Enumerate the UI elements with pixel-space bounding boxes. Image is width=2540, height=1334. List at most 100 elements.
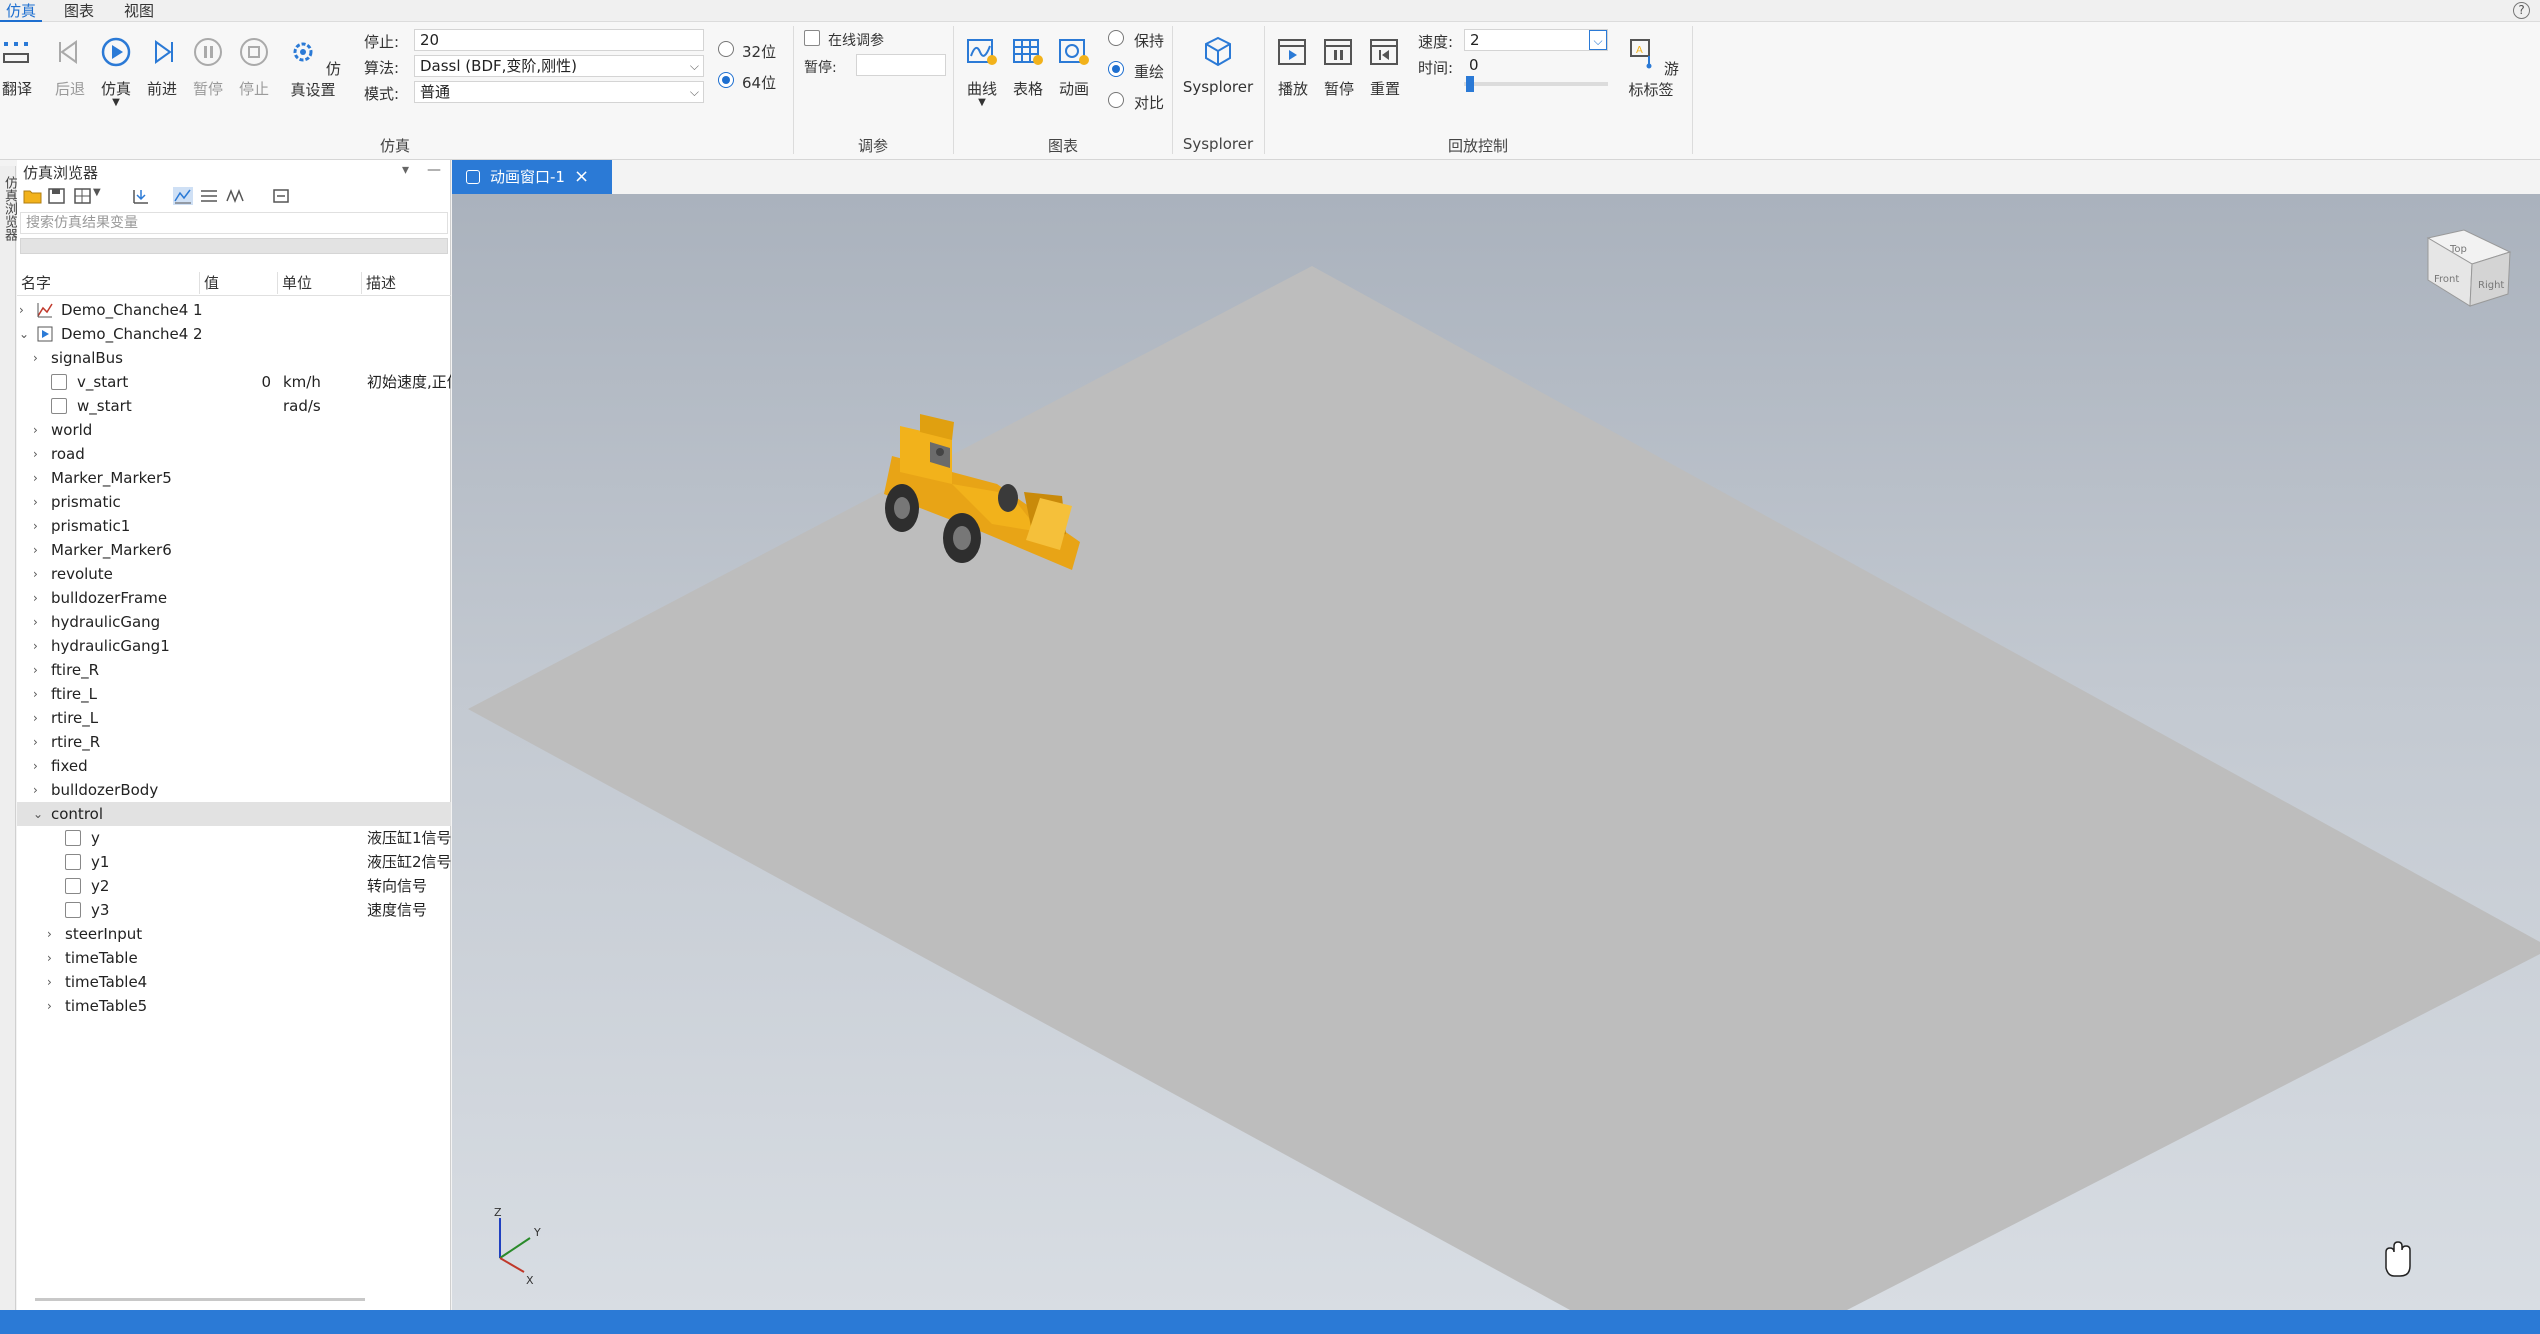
chevron-right-icon[interactable]: ›	[33, 634, 38, 658]
tree-row[interactable]: › Marker_Marker6	[17, 538, 451, 562]
search-input[interactable]: 搜索仿真结果变量	[20, 212, 448, 234]
filter-bar[interactable]	[20, 238, 448, 254]
tree-row[interactable]: › ftire_R	[17, 658, 451, 682]
tree-row[interactable]: › hydraulicGang1	[17, 634, 451, 658]
open-folder-icon[interactable]	[23, 187, 43, 205]
chevron-down-icon[interactable]: ▼	[960, 98, 1004, 108]
side-tab-sim-browser[interactable]: 仿真浏览器	[0, 166, 17, 1310]
row-checkbox[interactable]	[65, 878, 81, 894]
chevron-down-icon[interactable]: ⌄	[33, 802, 43, 826]
collapse-all-icon[interactable]	[271, 187, 291, 205]
chevron-right-icon[interactable]: ›	[33, 586, 38, 610]
algorithm-select[interactable]: Dassl (BDF,变阶,刚性) ⌵	[414, 55, 704, 77]
tree-row[interactable]: › prismatic	[17, 490, 451, 514]
tree-row[interactable]: › Marker_Marker5	[17, 466, 451, 490]
animation-button[interactable]: 动画	[1052, 34, 1096, 99]
tree-row[interactable]: › rtire_R	[17, 730, 451, 754]
tree-row[interactable]: v_start 0 km/h 初始速度,正值	[17, 370, 451, 394]
time-slider-handle[interactable]	[1466, 76, 1474, 92]
import-icon[interactable]	[131, 187, 151, 205]
help-icon[interactable]: ?	[2513, 2, 2530, 19]
tree-row[interactable]: › timeTable	[17, 946, 451, 970]
tree-row[interactable]: › bulldozerFrame	[17, 586, 451, 610]
menu-chart[interactable]: 图表	[58, 0, 100, 22]
plot-mode-icon[interactable]	[173, 187, 193, 205]
reset-button[interactable]: 重置	[1364, 34, 1406, 99]
menu-simulation[interactable]: 仿真	[0, 0, 43, 22]
tree-row[interactable]: › bulldozerBody	[17, 778, 451, 802]
radio-keep[interactable]	[1108, 30, 1124, 46]
tree-row[interactable]: › signalBus	[17, 346, 451, 370]
menu-view[interactable]: 视图	[118, 0, 160, 22]
chevron-right-icon[interactable]: ›	[33, 442, 38, 466]
close-icon[interactable]: ×	[574, 160, 589, 194]
radio-compare[interactable]	[1108, 92, 1124, 108]
time-slider-track[interactable]	[1464, 82, 1608, 86]
chevron-down-icon[interactable]: ⌄	[19, 322, 29, 346]
chevron-down-icon[interactable]: ▼	[93, 187, 113, 205]
radio-32bit[interactable]	[718, 41, 734, 57]
online-tune-checkbox[interactable]	[804, 30, 820, 46]
view-cube[interactable]: Top Front Right	[2426, 229, 2512, 307]
tree-row[interactable]: › fixed	[17, 754, 451, 778]
tab-animation-window[interactable]: 动画窗口-1 ×	[452, 160, 612, 194]
chevron-right-icon[interactable]: ›	[33, 490, 38, 514]
tree-row[interactable]: › world	[17, 418, 451, 442]
playback-pause-button[interactable]: 暂停	[1318, 34, 1360, 99]
chevron-right-icon[interactable]: ›	[47, 970, 52, 994]
grid-view-icon[interactable]	[73, 187, 93, 205]
tree-row[interactable]: › road	[17, 442, 451, 466]
row-checkbox[interactable]	[51, 398, 67, 414]
panel-menu-icon[interactable]: ▾	[402, 162, 409, 178]
tree-row[interactable]: › revolute	[17, 562, 451, 586]
forward-button[interactable]: 前进	[142, 34, 182, 99]
tree-row[interactable]: y1 液压缸2信号	[17, 850, 451, 874]
mode-select[interactable]: 普通 ⌵	[414, 81, 704, 103]
radio-64bit[interactable]	[718, 72, 734, 88]
chevron-right-icon[interactable]: ›	[33, 658, 38, 682]
tree-row-selected[interactable]: ⌄ control	[17, 802, 451, 826]
chevron-right-icon[interactable]: ›	[33, 538, 38, 562]
tree-row[interactable]: y 液压缸1信号	[17, 826, 451, 850]
chevron-right-icon[interactable]: ›	[33, 514, 38, 538]
chevron-right-icon[interactable]: ›	[33, 730, 38, 754]
chevron-right-icon[interactable]: ›	[33, 778, 38, 802]
chevron-right-icon[interactable]: ›	[33, 610, 38, 634]
simulate-button[interactable]: 仿真 ▼	[96, 34, 136, 108]
translate-button[interactable]: 翻译	[0, 34, 34, 99]
chevron-right-icon[interactable]: ›	[33, 562, 38, 586]
chevron-right-icon[interactable]: ›	[33, 754, 38, 778]
sysplorer-button[interactable]: Sysplorer	[1180, 34, 1256, 96]
stop-button[interactable]: 停止	[234, 34, 274, 99]
radio-redraw[interactable]	[1108, 61, 1124, 77]
column-header-name[interactable]: 名字	[17, 272, 200, 294]
curve-button[interactable]: 曲线 ▼	[960, 34, 1004, 108]
tree-row[interactable]: w_start rad/s	[17, 394, 451, 418]
tree-row[interactable]: › ftire_L	[17, 682, 451, 706]
chevron-right-icon[interactable]: ›	[19, 298, 24, 322]
tree-row[interactable]: ⌄ Demo_Chanche4 2	[17, 322, 451, 346]
row-checkbox[interactable]	[65, 854, 81, 870]
cursor-label-button[interactable]: A 游标标签	[1616, 34, 1686, 100]
animation-viewport[interactable]: Top Front Right Z Y X	[452, 194, 2540, 1310]
column-header-unit[interactable]: 单位	[278, 272, 362, 294]
back-button[interactable]: 后退	[50, 34, 90, 99]
column-header-value[interactable]: 值	[200, 272, 278, 294]
tree-row[interactable]: › rtire_L	[17, 706, 451, 730]
panel-minimize-icon[interactable]: —	[427, 162, 441, 178]
tree-row[interactable]: › timeTable5	[17, 994, 451, 1018]
tree-row[interactable]: › prismatic1	[17, 514, 451, 538]
list-mode-icon[interactable]	[199, 187, 219, 205]
signal-mode-icon[interactable]	[225, 187, 245, 205]
tree-row[interactable]: y3 速度信号	[17, 898, 451, 922]
pause-time-input[interactable]	[856, 54, 946, 76]
table-button[interactable]: 表格	[1006, 34, 1050, 99]
chevron-down-icon[interactable]: ⌵	[1589, 30, 1607, 50]
stop-time-input[interactable]: 20	[414, 29, 704, 51]
pause-button[interactable]: 暂停	[188, 34, 228, 99]
column-header-desc[interactable]: 描述	[362, 272, 451, 294]
tree-row[interactable]: › timeTable4	[17, 970, 451, 994]
row-checkbox[interactable]	[65, 902, 81, 918]
row-checkbox[interactable]	[51, 374, 67, 390]
chevron-right-icon[interactable]: ›	[47, 922, 52, 946]
